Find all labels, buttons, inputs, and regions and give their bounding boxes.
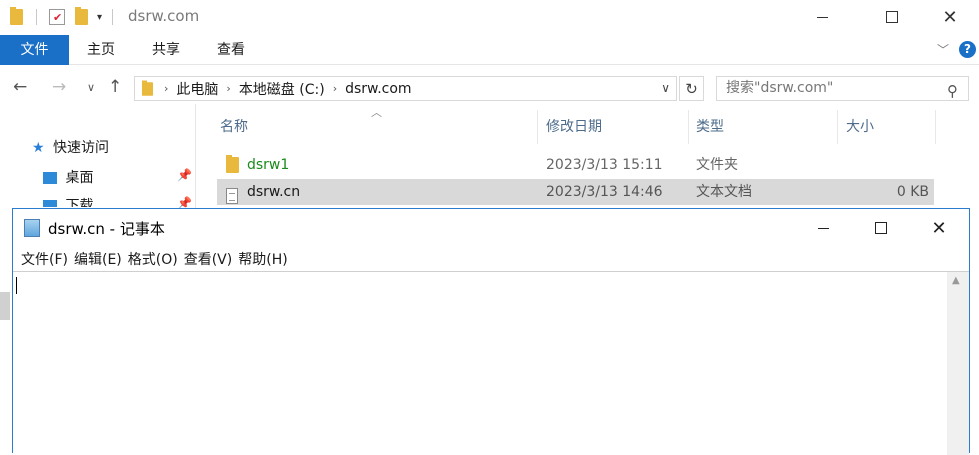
file-row[interactable]: dsrw.cn 2023/3/13 14:46 文本文档 0 KB: [217, 179, 934, 205]
pin-icon[interactable]: 📌: [177, 196, 192, 208]
download-icon: [43, 200, 57, 207]
breadcrumb-local-disk[interactable]: 本地磁盘 (C:): [239, 79, 325, 99]
notepad-icon: [24, 219, 40, 237]
minimize-button[interactable]: [799, 0, 845, 34]
refresh-button[interactable]: ↻: [679, 76, 704, 101]
refresh-icon: ↻: [685, 79, 698, 98]
explorer-titlebar: ✔ ▾ dsrw.com ✕: [0, 0, 979, 34]
maximize-icon: [886, 11, 898, 23]
chevron-right-icon[interactable]: ›: [226, 82, 230, 95]
text-file-icon: [226, 188, 238, 204]
maximize-button[interactable]: [869, 0, 915, 34]
file-name: dsrw.cn: [247, 184, 301, 200]
ribbon-tabs: 文件 主页 共享 查看 ﹀ ?: [0, 35, 979, 65]
notepad-window: dsrw.cn - 记事本 ✕ 文件(F) 编辑(E) 格式(O) 查看(V) …: [12, 208, 970, 455]
folder-icon: [10, 7, 23, 25]
search-placeholder: 搜索"dsrw.com": [726, 80, 834, 96]
menu-file[interactable]: 文件(F): [21, 249, 68, 269]
notepad-titlebar[interactable]: dsrw.cn - 记事本 ✕: [13, 209, 969, 247]
address-bar[interactable]: › 此电脑 › 本地磁盘 (C:) › dsrw.com ∨: [134, 76, 677, 101]
chevron-right-icon[interactable]: ›: [164, 82, 168, 95]
breadcrumb-this-pc[interactable]: 此电脑: [176, 79, 218, 99]
close-button[interactable]: ✕: [916, 211, 962, 245]
tab-file[interactable]: 文件: [0, 35, 69, 65]
file-size: 0 KB: [896, 184, 929, 200]
address-row: ← → ∨ ↑ › 此电脑 › 本地磁盘 (C:) › dsrw.com ∨ ↻…: [0, 72, 979, 104]
nav-quick-access[interactable]: ★ 快速访问: [32, 137, 109, 157]
close-button[interactable]: ✕: [927, 0, 973, 34]
folder-icon: [141, 79, 154, 96]
close-icon: ✕: [942, 6, 958, 28]
maximize-icon: [875, 222, 887, 234]
menu-format[interactable]: 格式(O): [128, 249, 178, 269]
column-header-type[interactable]: 类型: [690, 110, 838, 144]
text-caret: [16, 277, 17, 294]
close-icon: ✕: [931, 217, 947, 239]
recent-locations-chevron-icon[interactable]: ∨: [87, 81, 95, 94]
customize-toolbar-dropdown-icon[interactable]: ▾: [97, 12, 102, 23]
expand-ribbon-chevron-icon[interactable]: ﹀: [937, 41, 949, 58]
divider: [36, 9, 37, 25]
maximize-button[interactable]: [858, 211, 904, 245]
file-modified: 2023/3/13 15:11: [546, 157, 663, 173]
menu-edit[interactable]: 编辑(E): [74, 249, 122, 269]
nav-item-label: 下载: [65, 198, 94, 207]
search-input[interactable]: 搜索"dsrw.com" ⚲: [716, 76, 969, 101]
desktop-icon: [43, 172, 57, 184]
tab-share[interactable]: 共享: [139, 35, 193, 65]
column-header-modified[interactable]: 修改日期: [540, 110, 689, 144]
folder-icon: [226, 155, 239, 173]
notepad-text-area[interactable]: ▲: [13, 271, 969, 455]
menu-help[interactable]: 帮助(H): [238, 249, 287, 269]
help-icon[interactable]: ?: [959, 41, 976, 58]
star-icon: ★: [32, 140, 45, 156]
file-modified: 2023/3/13 14:46: [546, 184, 663, 200]
minimize-icon: [816, 16, 828, 18]
minimize-button[interactable]: [800, 211, 846, 245]
chevron-right-icon[interactable]: ›: [333, 82, 337, 95]
nav-scroll-marker: [0, 292, 10, 320]
nav-quick-access-label: 快速访问: [53, 140, 110, 156]
column-header-size[interactable]: 大小: [840, 110, 936, 144]
column-header-name[interactable]: 名称: [214, 110, 538, 144]
tab-home[interactable]: 主页: [74, 35, 128, 65]
nav-item-label: 桌面: [65, 170, 94, 186]
nav-item-downloads[interactable]: 下载: [43, 195, 93, 207]
breadcrumb-dsrw-com[interactable]: dsrw.com: [345, 81, 411, 97]
notepad-title: dsrw.cn - 记事本: [48, 220, 165, 238]
search-icon[interactable]: ⚲: [947, 80, 958, 103]
tab-view[interactable]: 查看: [204, 35, 258, 65]
file-name: dsrw1: [247, 157, 290, 173]
divider: [112, 9, 114, 25]
forward-arrow-icon[interactable]: →: [52, 77, 66, 97]
quick-access-toolbar: ✔ ▾: [10, 7, 114, 26]
file-type: 文件夹: [696, 157, 738, 173]
back-arrow-icon[interactable]: ←: [13, 77, 27, 97]
file-row[interactable]: dsrw1 2023/3/13 15:11 文件夹: [217, 152, 934, 178]
minimize-icon: [817, 227, 829, 229]
new-folder-icon[interactable]: [75, 7, 88, 25]
pin-icon[interactable]: 📌: [177, 168, 192, 182]
vertical-scrollbar[interactable]: ▲: [947, 272, 969, 455]
scroll-up-arrow-icon[interactable]: ▲: [952, 275, 960, 286]
address-dropdown-chevron-icon[interactable]: ∨: [661, 81, 670, 95]
menu-view[interactable]: 查看(V): [184, 249, 233, 269]
window-title: dsrw.com: [128, 7, 200, 25]
nav-item-desktop[interactable]: 桌面: [43, 167, 93, 187]
up-arrow-icon[interactable]: ↑: [108, 77, 122, 97]
file-type: 文本文档: [696, 184, 752, 200]
properties-checkbox-icon[interactable]: ✔: [49, 9, 65, 25]
notepad-menubar: 文件(F) 编辑(E) 格式(O) 查看(V) 帮助(H): [13, 247, 969, 271]
